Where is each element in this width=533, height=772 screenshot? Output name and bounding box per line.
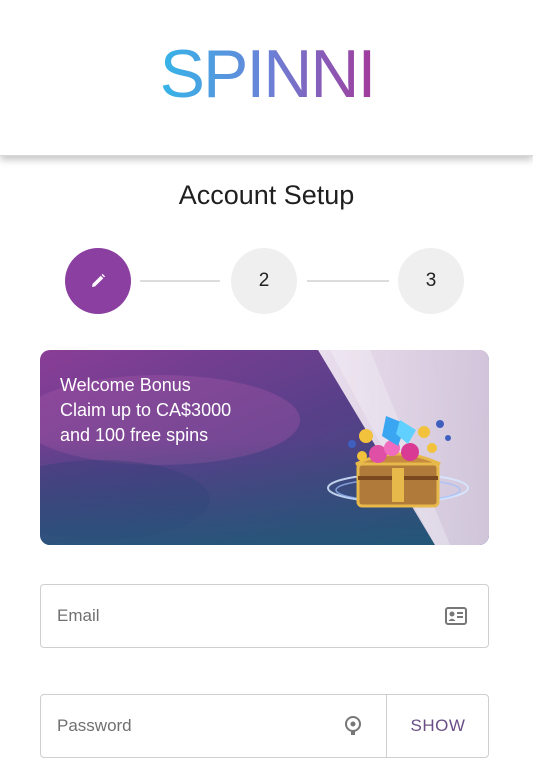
treasure-chest-illustration [327, 416, 469, 508]
show-password-button[interactable]: SHOW [386, 695, 489, 757]
svg-text:SPINNI: SPINNI [160, 38, 375, 108]
pencil-icon [92, 273, 106, 287]
password-input[interactable] [41, 695, 331, 757]
progress-stepper: 2 3 [0, 248, 533, 314]
step-2[interactable]: 2 [231, 248, 297, 314]
bonus-spins: and 100 free spins [60, 425, 209, 445]
step-number: 3 [425, 270, 437, 291]
header: SPINNI [0, 0, 533, 156]
email-field[interactable] [40, 584, 489, 648]
spinni-logo: SPINNI [160, 38, 376, 108]
page-title: Account Setup [178, 180, 355, 210]
bonus-heading: Welcome Bonus [60, 375, 191, 395]
step-connector [140, 280, 220, 282]
email-input[interactable] [41, 585, 431, 647]
password-field[interactable]: SHOW [40, 694, 489, 758]
step-1[interactable] [65, 248, 131, 314]
key-icon [341, 714, 365, 738]
contact-card-icon [444, 605, 468, 627]
step-number: 2 [258, 270, 270, 291]
bonus-text: Welcome Bonus Claim up to CA$3000 and 10… [60, 373, 231, 448]
step-connector [307, 280, 389, 282]
welcome-bonus-banner[interactable]: Welcome Bonus Claim up to CA$3000 and 10… [40, 350, 489, 545]
step-3[interactable]: 3 [398, 248, 464, 314]
bonus-amount: Claim up to CA$3000 [60, 400, 232, 420]
